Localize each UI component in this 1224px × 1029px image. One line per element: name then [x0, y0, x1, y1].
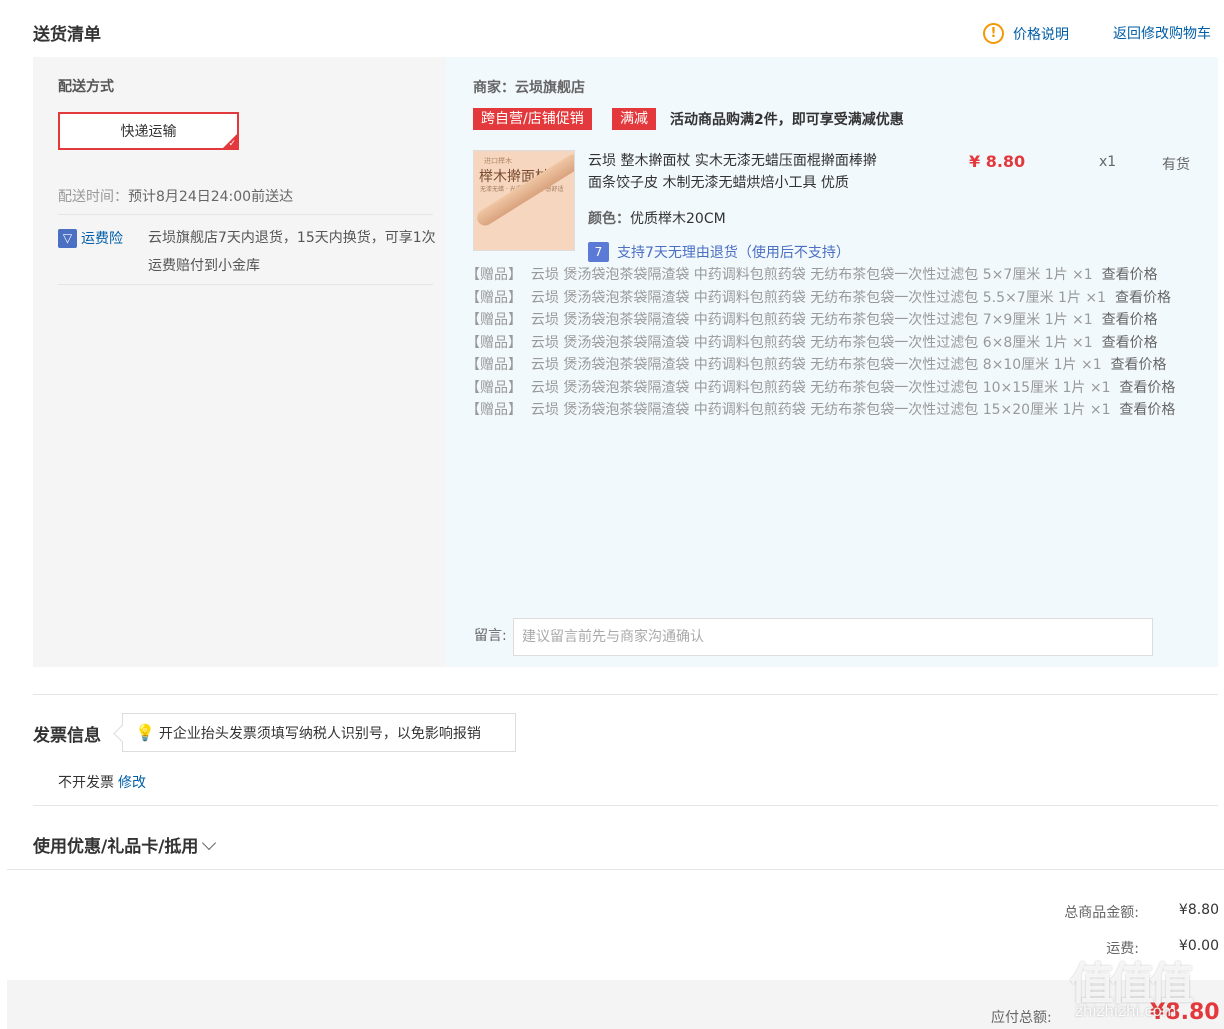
gift-item: 【赠品】 云埙 煲汤袋泡茶袋隔渣袋 中药调料包煎药袋 无纺布茶包袋一次性过滤包 … [466, 332, 1198, 355]
chevron-down-icon [202, 835, 217, 851]
gift-item: 【赠品】 云埙 煲汤袋泡茶袋隔渣袋 中药调料包煎药袋 无纺布茶包袋一次性过滤包 … [466, 287, 1198, 310]
view-price-link[interactable]: 查看价格 [1119, 402, 1175, 418]
invoice-edit-link[interactable]: 修改 [118, 775, 146, 791]
invoice-status: 不开发票 修改 [58, 772, 146, 792]
merchant-name: 商家：云埙旗舰店 [473, 80, 585, 96]
delivery-time: 配送时间：预计8月24日24:00前送达 [58, 186, 293, 206]
gift-prefix: 【赠品】 [466, 289, 522, 306]
payable-label: 应付总额: [991, 1010, 1052, 1026]
lightbulb-icon: 💡 [135, 723, 155, 742]
shield-icon: ▽ [58, 228, 77, 248]
gift-text: 云埙 煲汤袋泡茶袋隔渣袋 中药调料包煎药袋 无纺布茶包袋一次性过滤包 7×9厘米… [530, 312, 1093, 328]
view-price-link[interactable]: 查看价格 [1115, 290, 1171, 306]
gift-list: 【赠品】 云埙 煲汤袋泡茶袋隔渣袋 中药调料包煎药袋 无纺布茶包袋一次性过滤包 … [466, 264, 1198, 422]
watermark-url: zhizhizhi.com [1075, 1002, 1177, 1020]
product-price: ¥ 8.80 [969, 152, 1026, 171]
seven-day-return-icon: 7 [588, 242, 609, 262]
view-price-link[interactable]: 查看价格 [1111, 357, 1167, 373]
gift-item: 【赠品】 云埙 煲汤袋泡茶袋隔渣袋 中药调料包煎药袋 无纺布茶包袋一次性过滤包 … [466, 377, 1198, 400]
discount-tag: 满减 [612, 108, 656, 130]
delivery-time-value: 预计8月24日24:00前送达 [128, 189, 294, 205]
gift-prefix: 【赠品】 [466, 402, 522, 418]
freight-insurance[interactable]: ▽ 运费险 [58, 228, 123, 248]
coupon-title: 使用优惠/礼品卡/抵用 [33, 837, 199, 857]
divider [33, 694, 1218, 695]
view-price-link[interactable]: 查看价格 [1102, 312, 1158, 328]
check-icon: ✓ [228, 139, 236, 149]
product-name-link[interactable]: 云埙 整木擀面杖 实木无漆无蜡压面棍擀面棒擀面条饺子皮 木制无漆无蜡烘焙小工具 … [588, 150, 888, 194]
view-price-link[interactable]: 查看价格 [1119, 380, 1175, 396]
goods-total-label: 总商品金额: [1064, 905, 1139, 921]
goods-total-value: ¥8.80 [1178, 902, 1219, 918]
gift-prefix: 【赠品】 [466, 267, 522, 283]
gift-text: 云埙 煲汤袋泡茶袋隔渣袋 中药调料包煎药袋 无纺布茶包袋一次性过滤包 6×8厘米… [530, 334, 1093, 351]
divider [58, 214, 433, 215]
delivery-time-label: 配送时间： [58, 189, 128, 205]
gift-text: 云埙 煲汤袋泡茶袋隔渣袋 中药调料包煎药袋 无纺布茶包袋一次性过滤包 15×20… [530, 402, 1111, 418]
message-input[interactable] [513, 618, 1153, 656]
freight-insurance-label: 运费险 [81, 231, 123, 247]
goods-total-row: 总商品金额: ¥8.80 [1019, 902, 1219, 922]
gift-text: 云埙 煲汤袋泡茶袋隔渣袋 中药调料包煎药袋 无纺布茶包袋一次性过滤包 8×10厘… [530, 357, 1102, 373]
message-label: 留言: [474, 628, 507, 644]
price-note-label: 价格说明 [1013, 26, 1069, 43]
view-price-link[interactable]: 查看价格 [1102, 335, 1158, 351]
gift-item: 【赠品】 云埙 煲汤袋泡茶袋隔渣袋 中药调料包煎药袋 无纺布茶包袋一次性过滤包 … [466, 399, 1198, 422]
divider [7, 869, 1224, 870]
gift-item: 【赠品】 云埙 煲汤袋泡茶袋隔渣袋 中药调料包煎药袋 无纺布茶包袋一次性过滤包 … [466, 264, 1198, 287]
invoice-status-value: 不开发票 [58, 775, 114, 791]
invoice-tip-text: 开企业抬头发票须填写纳税人识别号，以免影响报销 [158, 725, 481, 742]
divider [33, 805, 1218, 806]
express-shipping-label: 快递运输 [120, 124, 177, 140]
gift-item: 【赠品】 云埙 煲汤袋泡茶袋隔渣袋 中药调料包煎药袋 无纺布茶包袋一次性过滤包 … [466, 354, 1198, 377]
promo-tag: 跨自营/店铺促销 [473, 108, 592, 130]
warning-icon: ! [983, 23, 1004, 44]
invoice-title: 发票信息 [33, 726, 101, 746]
divider [58, 284, 433, 285]
product-qty: x1 [1099, 154, 1117, 170]
shipping-method-label: 配送方式 [58, 79, 114, 95]
color-value: 优质榉木20CM [630, 211, 726, 227]
gift-text: 云埙 煲汤袋泡茶袋隔渣袋 中药调料包煎药袋 无纺布茶包袋一次性过滤包 10×15… [530, 379, 1111, 396]
freight-insurance-desc: 云埙旗舰店7天内退货，15天内换货，可享1次运费赔付到小金库 [148, 230, 436, 274]
express-shipping-option[interactable]: 快递运输 ✓ [58, 112, 239, 150]
gift-prefix: 【赠品】 [466, 334, 522, 351]
thumb-brand: 进口榉木 [484, 157, 512, 165]
gift-text: 云埙 煲汤袋泡茶袋隔渣袋 中药调料包煎药袋 无纺布茶包袋一次性过滤包 5×7厘米… [530, 267, 1093, 283]
section-title: 送货清单 [33, 25, 101, 45]
stock-status: 有货 [1162, 157, 1190, 173]
return-policy-text: 支持7天无理由退货（使用后不支持） [617, 245, 850, 261]
view-price-link[interactable]: 查看价格 [1102, 267, 1158, 283]
coupon-toggle[interactable]: 使用优惠/礼品卡/抵用 [33, 832, 217, 857]
promo-text: 活动商品购满2件，即可享受满减优惠 [670, 112, 904, 128]
gift-item: 【赠品】 云埙 煲汤袋泡茶袋隔渣袋 中药调料包煎药袋 无纺布茶包袋一次性过滤包 … [466, 309, 1198, 332]
gift-prefix: 【赠品】 [466, 379, 522, 396]
gift-prefix: 【赠品】 [466, 312, 522, 328]
back-to-cart-link[interactable]: 返回修改购物车 [1113, 23, 1211, 43]
gift-prefix: 【赠品】 [466, 357, 522, 373]
color-label: 颜色： [588, 211, 630, 227]
return-policy: 7 支持7天无理由退货（使用后不支持） [588, 242, 850, 262]
product-color: 颜色：优质榉木20CM [588, 208, 726, 228]
invoice-tip: 💡 开企业抬头发票须填写纳税人识别号，以免影响报销 [122, 713, 516, 752]
price-note-link[interactable]: ! 价格说明 [983, 23, 1069, 44]
gift-text: 云埙 煲汤袋泡茶袋隔渣袋 中药调料包煎药袋 无纺布茶包袋一次性过滤包 5.5×7… [530, 289, 1107, 306]
product-thumbnail[interactable]: 进口榉木 榉木擀面杖 无漆无蜡 · 光滑圆润 · 手感舒适 [473, 150, 575, 251]
